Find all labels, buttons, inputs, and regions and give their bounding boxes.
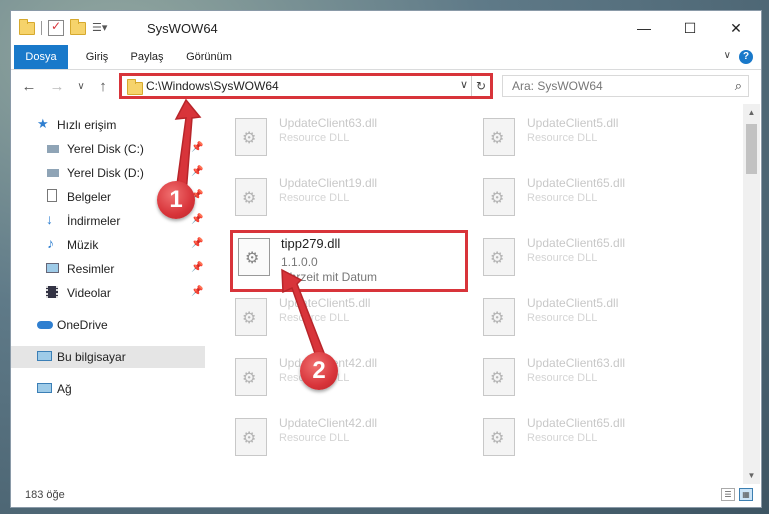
download-icon: ↓ [46, 211, 53, 227]
dll-file-icon [483, 118, 515, 156]
dll-file-icon [483, 418, 515, 456]
sidebar-item-disk-c[interactable]: Yerel Disk (C:) 📌 [11, 138, 205, 160]
dll-file-icon [483, 178, 515, 216]
tab-file[interactable]: Dosya [14, 45, 68, 69]
dll-file-icon [235, 418, 267, 456]
cloud-icon [37, 321, 53, 329]
sidebar-item-onedrive[interactable]: OneDrive [11, 314, 205, 336]
tiles-view-icon[interactable]: ▦ [739, 488, 753, 501]
pin-icon[interactable]: 📌 [191, 142, 203, 153]
drive-icon [47, 145, 59, 153]
pin-icon[interactable]: 📌 [191, 166, 203, 177]
tab-view[interactable]: Görünüm [179, 45, 239, 69]
tab-share[interactable]: Paylaş [125, 45, 169, 69]
status-bar: 183 öğe ☰ ▦ [11, 484, 761, 507]
refresh-icon[interactable]: ↻ [471, 76, 490, 96]
dll-file-icon [483, 358, 515, 396]
up-button[interactable]: ↑ [93, 76, 113, 98]
step-badge-2: 2 [300, 352, 338, 390]
folder-icon [19, 18, 35, 35]
star-icon: ★ [37, 116, 49, 131]
computer-icon [37, 351, 52, 361]
search-icon[interactable]: ⌕ [735, 78, 742, 94]
file-item[interactable]: UpdateClient5.dll Resource DLL [455, 110, 685, 166]
chevron-down-icon[interactable]: ∨ [460, 78, 468, 91]
drive-icon [47, 169, 59, 177]
picture-icon [46, 263, 59, 273]
file-item[interactable]: UpdateClient42.dll Resource DLL [207, 410, 437, 466]
scrollbar-thumb[interactable] [746, 124, 757, 174]
chevron-down-icon[interactable]: ∨ [724, 50, 731, 61]
ribbon-tabs: Dosya Giriş Paylaş Görünüm ∨ ? [11, 45, 761, 70]
pin-icon[interactable]: 📌 [191, 262, 203, 273]
title-bar: ✓ ☰▾ SysWOW64 — ☐ ✕ [11, 11, 761, 45]
dll-file-icon [483, 238, 515, 276]
window-title: SysWOW64 [147, 21, 218, 36]
forward-button[interactable]: → [47, 76, 67, 98]
sidebar-item-quick-access[interactable]: ★ Hızlı erişim [11, 114, 205, 136]
sidebar-item-pictures[interactable]: Resimler 📌 [11, 258, 205, 280]
quick-access-toolbar: ✓ ☰▾ [19, 18, 108, 36]
search-input[interactable]: Ara: SysWOW64 ⌕ [502, 75, 749, 97]
file-item[interactable]: UpdateClient19.dll Resource DLL [207, 170, 437, 226]
sidebar-item-network[interactable]: Ağ [11, 378, 205, 400]
item-count: 183 öğe [25, 489, 65, 501]
file-item[interactable]: UpdateClient65.dll Resource DLL [455, 410, 685, 466]
scroll-up-icon[interactable]: ▲ [743, 104, 760, 121]
pin-icon[interactable]: 📌 [191, 286, 203, 297]
sidebar-item-music[interactable]: ♪ Müzik 📌 [11, 234, 205, 256]
search-placeholder: Ara: SysWOW64 [512, 79, 603, 93]
document-icon [47, 189, 57, 202]
dll-file-icon [235, 358, 267, 396]
close-button[interactable]: ✕ [713, 11, 759, 45]
address-row: ← → ∨ ↑ C:\Windows\SysWOW64 ∨ ↻ Ara: Sys… [11, 70, 761, 104]
dll-file-icon [235, 118, 267, 156]
sidebar-item-videos[interactable]: Videolar 📌 [11, 282, 205, 304]
address-path[interactable]: C:\Windows\SysWOW64 [146, 79, 279, 93]
file-item[interactable]: UpdateClient5.dll Resource DLL [455, 290, 685, 346]
properties-check-icon[interactable]: ✓ [48, 19, 64, 36]
file-item[interactable]: UpdateClient63.dll Resource DLL [207, 110, 437, 166]
dll-file-icon [235, 178, 267, 216]
scroll-down-icon[interactable]: ▼ [743, 467, 760, 484]
dll-file-icon [235, 298, 267, 336]
details-view-icon[interactable]: ☰ [721, 488, 735, 501]
video-icon [46, 286, 58, 298]
address-bar[interactable]: C:\Windows\SysWOW64 ∨ ↻ [119, 73, 493, 99]
recent-locations-button[interactable]: ∨ [71, 76, 91, 98]
file-item[interactable]: UpdateClient65.dll Resource DLL [455, 170, 685, 226]
step-badge-1: 1 [157, 181, 195, 219]
explorer-window: ✓ ☰▾ SysWOW64 — ☐ ✕ Dosya Giriş Paylaş G… [10, 10, 762, 508]
file-item[interactable]: UpdateClient65.dll Resource DLL [455, 230, 685, 286]
pin-icon[interactable]: 📌 [191, 238, 203, 249]
tab-home[interactable]: Giriş [77, 45, 117, 69]
vertical-scrollbar[interactable]: ▲ ▼ [743, 104, 760, 484]
music-icon: ♪ [47, 235, 54, 251]
minimize-button[interactable]: — [621, 11, 667, 45]
pin-icon[interactable]: 📌 [191, 214, 203, 225]
dll-file-icon [483, 298, 515, 336]
back-button[interactable]: ← [19, 76, 39, 98]
file-item[interactable]: UpdateClient5.dll Resource DLL [207, 290, 437, 346]
file-item[interactable]: UpdateClient63.dll Resource DLL [455, 350, 685, 406]
navigation-pane: ★ Hızlı erişim Yerel Disk (C:) 📌 Yerel D… [11, 104, 205, 484]
network-icon [37, 383, 52, 393]
maximize-button[interactable]: ☐ [667, 11, 713, 45]
new-folder-icon[interactable] [70, 18, 86, 35]
sidebar-item-this-pc[interactable]: Bu bilgisayar [11, 346, 205, 368]
customize-toolbar-icon[interactable]: ☰▾ [92, 20, 108, 36]
dll-file-icon [238, 238, 270, 276]
help-icon[interactable]: ? [739, 50, 753, 64]
view-toggle: ☰ ▦ [721, 488, 753, 501]
file-list: UpdateClient63.dll Resource DLL UpdateCl… [207, 104, 743, 484]
file-item-tipp279[interactable]: tipp279.dll 1.1.0.0 Uhrzeit mit Datum [230, 230, 468, 292]
folder-icon [127, 79, 143, 95]
